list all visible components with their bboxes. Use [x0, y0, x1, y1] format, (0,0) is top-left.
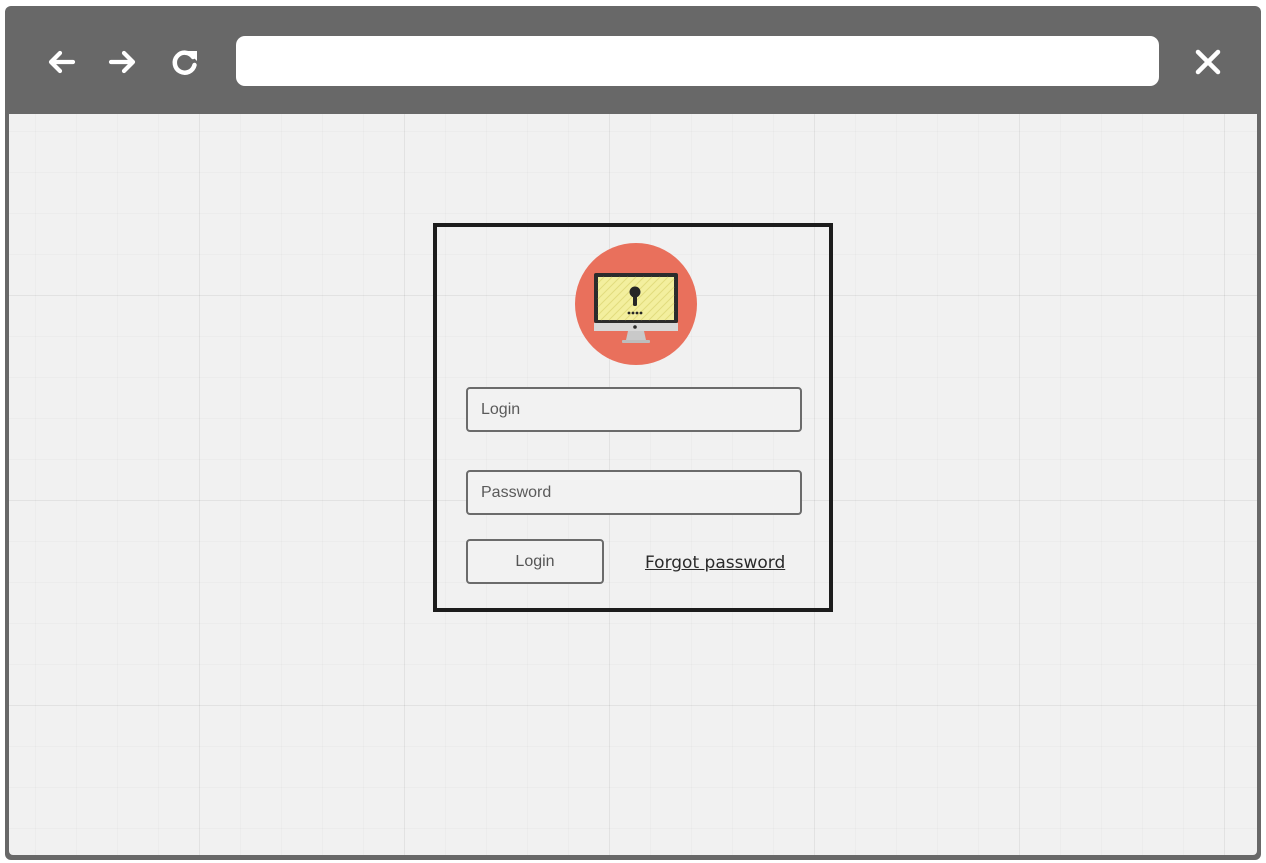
back-button[interactable] — [43, 44, 79, 80]
arrow-right-icon — [108, 50, 136, 74]
login-form: Login Forgot password — [433, 223, 833, 612]
arrow-left-icon — [48, 50, 76, 74]
login-button[interactable]: Login — [466, 539, 604, 584]
close-button[interactable] — [1190, 44, 1226, 80]
address-bar[interactable] — [236, 36, 1159, 86]
password-input[interactable] — [466, 470, 802, 515]
forward-button[interactable] — [105, 44, 141, 80]
monitor-lock-icon — [575, 243, 697, 365]
login-input[interactable] — [466, 387, 802, 432]
reload-icon — [172, 50, 197, 75]
reload-button[interactable] — [167, 44, 203, 80]
close-icon — [1195, 49, 1221, 75]
forgot-password-link[interactable]: Forgot password — [645, 553, 785, 573]
